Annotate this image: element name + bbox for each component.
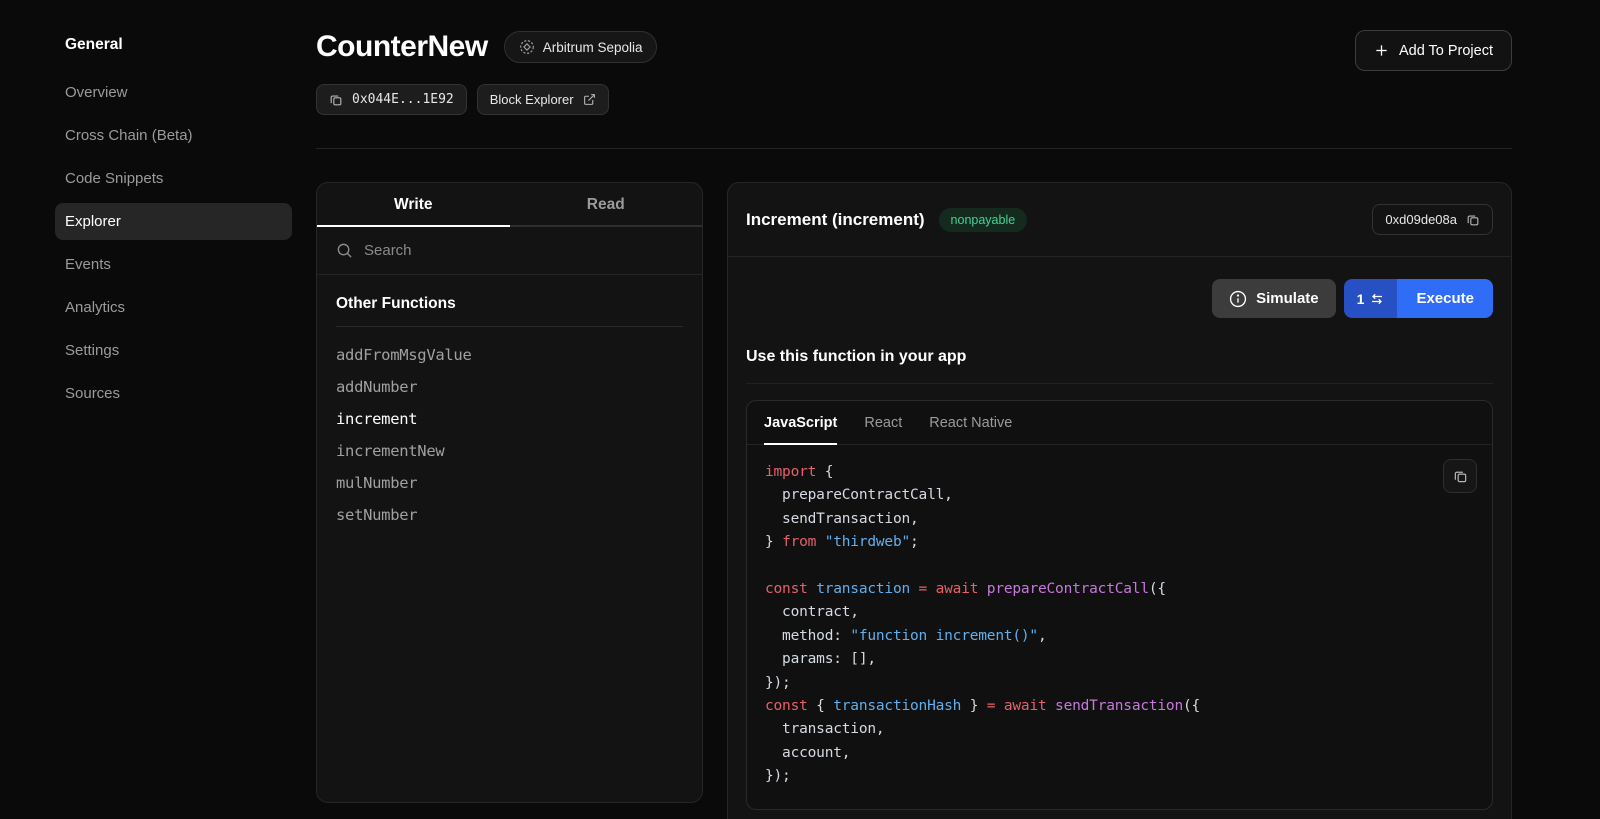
block-explorer-label: Block Explorer [490, 92, 574, 107]
block-explorer-button[interactable]: Block Explorer [477, 84, 609, 115]
functions-list: addFromMsgValueaddNumberincrementincreme… [336, 339, 683, 531]
sidebar-item-events[interactable]: Events [55, 246, 292, 283]
page-title: CounterNew [316, 28, 488, 66]
functions-list-section: Other Functions addFromMsgValueaddNumber… [317, 275, 702, 551]
functions-section-title: Other Functions [336, 295, 683, 327]
copy-icon [329, 93, 343, 107]
sidebar-heading: General [55, 36, 292, 54]
external-link-icon [583, 93, 596, 106]
sidebar-item-code-snippets[interactable]: Code Snippets [55, 160, 292, 197]
search-input[interactable] [364, 242, 683, 259]
sidebar-item-explorer[interactable]: Explorer [55, 203, 292, 240]
functions-tabs: WriteRead [317, 183, 702, 227]
copy-icon [1466, 213, 1480, 227]
code-line: } from "thirdweb"; [765, 531, 1474, 554]
sidebar-item-analytics[interactable]: Analytics [55, 289, 292, 326]
contract-address: 0x044E...1E92 [352, 92, 454, 107]
code-card: JavaScript React React Native import { pre… [746, 400, 1493, 810]
sidebar-item-sources[interactable]: Sources [55, 375, 292, 412]
functions-panel: WriteRead Other Functions addFromMsgValu… [316, 182, 703, 803]
swap-arrows-icon [1370, 293, 1384, 305]
code-tabs: JavaScript React React Native [747, 401, 1492, 445]
function-detail-header: Increment (increment) nonpayable 0xd09de… [728, 183, 1511, 257]
code-area: import { prepareContractCall, sendTransa… [747, 445, 1492, 809]
contract-header: CounterNew Arbitrum Sepolia [316, 0, 1512, 115]
contract-address-button[interactable]: 0x044E...1E92 [316, 84, 467, 115]
function-item-addfrommsgvalue[interactable]: addFromMsgValue [336, 339, 683, 371]
main-content: CounterNew Arbitrum Sepolia [316, 0, 1512, 819]
code-line [765, 555, 1474, 578]
code-line: const { transactionHash } = await sendTr… [765, 695, 1474, 718]
code-tab-react[interactable]: React [864, 401, 902, 445]
functions-search [317, 227, 702, 275]
network-badge-label: Arbitrum Sepolia [543, 40, 643, 55]
search-icon [336, 242, 353, 259]
network-icon [519, 39, 535, 55]
function-item-incrementnew[interactable]: incrementNew [336, 435, 683, 467]
code-line: method: "function increment()", [765, 625, 1474, 648]
title-row: CounterNew Arbitrum Sepolia [316, 28, 657, 66]
simulate-button[interactable]: Simulate [1212, 279, 1336, 318]
function-detail-panel: Increment (increment) nonpayable 0xd09de… [727, 182, 1512, 819]
plus-icon [1374, 43, 1389, 58]
code-line: account, [765, 742, 1474, 765]
simulate-label: Simulate [1256, 290, 1319, 307]
address-row: 0x044E...1E92 Block Explorer [316, 84, 657, 115]
mutability-badge: nonpayable [939, 208, 1028, 232]
code-line: sendTransaction, [765, 508, 1474, 531]
function-item-increment[interactable]: increment [336, 403, 683, 435]
execute-button[interactable]: 1 Execute [1344, 279, 1493, 318]
sidebar: General Overview Cross Chain (Beta) Code S… [0, 0, 316, 819]
code-tab-javascript[interactable]: JavaScript [764, 401, 837, 445]
function-item-addnumber[interactable]: addNumber [336, 371, 683, 403]
function-item-mulnumber[interactable]: mulNumber [336, 467, 683, 499]
code-line: import { [765, 461, 1474, 484]
code-content: import { prepareContractCall, sendTransa… [765, 461, 1474, 789]
tab-write[interactable]: Write [317, 183, 510, 227]
code-copy-button[interactable] [1443, 459, 1477, 493]
add-to-project-label: Add To Project [1399, 43, 1493, 59]
code-line: prepareContractCall, [765, 484, 1474, 507]
contract-header-left: CounterNew Arbitrum Sepolia [316, 28, 657, 115]
network-badge[interactable]: Arbitrum Sepolia [504, 31, 658, 63]
add-to-project-button[interactable]: Add To Project [1355, 30, 1512, 71]
code-line: contract, [765, 601, 1474, 624]
code-line: }); [765, 672, 1474, 695]
sidebar-nav: Overview Cross Chain (Beta) Code Snippets E… [55, 74, 292, 412]
code-line: transaction, [765, 718, 1474, 741]
info-icon [1229, 290, 1247, 308]
function-title: Increment (increment) [746, 210, 925, 230]
code-line: }); [765, 765, 1474, 788]
sidebar-item-settings[interactable]: Settings [55, 332, 292, 369]
function-selector-button[interactable]: 0xd09de08a [1372, 204, 1493, 235]
execute-label: Execute [1397, 279, 1493, 318]
function-detail-body: Simulate 1 Execute [728, 279, 1511, 819]
sidebar-item-cross-chain-beta[interactable]: Cross Chain (Beta) [55, 117, 292, 154]
execute-count-segment[interactable]: 1 [1344, 279, 1398, 318]
code-line: const transaction = await prepareContrac… [765, 578, 1474, 601]
divider [746, 383, 1493, 384]
function-selector: 0xd09de08a [1385, 212, 1457, 227]
actions-row: Simulate 1 Execute [746, 279, 1493, 318]
tab-read[interactable]: Read [510, 183, 703, 227]
code-tab-react-native[interactable]: React Native [929, 401, 1012, 445]
copy-icon [1453, 469, 1468, 484]
code-line: params: [], [765, 648, 1474, 671]
sidebar-item-overview[interactable]: Overview [55, 74, 292, 111]
header-divider [316, 148, 1512, 149]
execute-count: 1 [1357, 291, 1365, 307]
explorer-content: WriteRead Other Functions addFromMsgValu… [316, 182, 1512, 819]
function-item-setnumber[interactable]: setNumber [336, 499, 683, 531]
app-section-title: Use this function in your app [746, 348, 1493, 366]
